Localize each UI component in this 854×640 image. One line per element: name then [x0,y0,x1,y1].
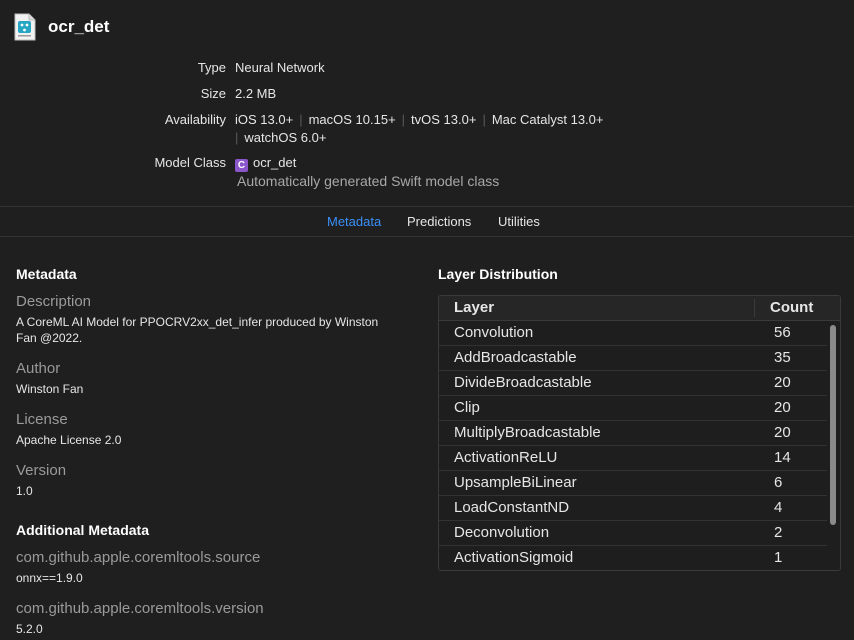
table-row[interactable]: MultiplyBroadcastable 20 [439,421,827,446]
layer-count-cell: 20 [774,399,791,416]
scrollbar-thumb[interactable] [830,325,836,525]
swift-class-icon: C [235,159,248,172]
separator: | [299,112,303,127]
tab-predictions[interactable]: Predictions [407,214,471,229]
author-value: Winston Fan [16,382,84,396]
layer-count-cell: 4 [774,499,783,516]
model-class-value: ocr_det [253,155,297,170]
separator: | [401,112,406,127]
availability-item: macOS 10.15+ [308,112,396,127]
model-header: ocr_det Type Neural Network Size 2.2 MB … [0,0,854,206]
version-value: 1.0 [16,484,33,498]
column-header-layer[interactable]: Layer [454,299,494,316]
layer-count-cell: 1 [774,549,783,566]
layer-count-cell: 56 [774,324,791,341]
model-class-label: Model Class [154,155,226,170]
table-row[interactable]: LoadConstantND 4 [439,496,827,521]
type-value: Neural Network [235,60,325,75]
layer-count-cell: 20 [774,374,791,391]
table-row[interactable]: Deconvolution 2 [439,521,827,546]
availability-item: iOS 13.0+ [235,112,294,127]
availability-item: watchOS 6.0+ [244,130,327,145]
layer-name-cell: Clip [454,399,480,416]
license-label: License [16,411,68,428]
additional-metadata-value: onnx==1.9.0 [16,571,83,585]
separator: | [235,130,239,145]
model-title: ocr_det [48,17,110,36]
layer-name-cell: DivideBroadcastable [454,374,592,391]
version-label: Version [16,462,67,479]
layer-count-cell: 14 [774,449,791,466]
tab-metadata[interactable]: Metadata [327,214,381,229]
table-row[interactable]: ActivationSigmoid 1 [439,546,827,570]
additional-metadata-key: com.github.apple.coremltools.version [16,600,264,617]
layer-name-cell: ActivationReLU [454,449,558,466]
table-scrollbar[interactable] [827,321,839,569]
availability-label: Availability [164,112,226,127]
table-row[interactable]: Clip 20 [439,396,827,421]
layer-name-cell: UpsampleBiLinear [454,474,577,491]
model-class-description: Automatically generated Swift model clas… [237,173,500,189]
additional-metadata-title: Additional Metadata [16,522,150,538]
layer-distribution-table[interactable]: Layer Count Convolution 56 AddBroadcasta… [438,295,841,571]
tab-utilities[interactable]: Utilities [498,214,540,229]
column-header-count[interactable]: Count [770,299,813,316]
layer-count-cell: 6 [774,474,783,491]
author-label: Author [16,360,61,377]
table-row[interactable]: UpsampleBiLinear 6 [439,471,827,496]
mlmodel-file-icon [14,13,36,41]
size-label: Size [200,86,226,101]
layer-name-cell: Convolution [454,324,534,341]
table-row[interactable]: ActivationReLU 14 [439,446,827,471]
availability-list: iOS 13.0+ | macOS 10.15+ | tvOS 13.0+ | Mac Ca… [235,111,635,147]
table-row[interactable]: AddBroadcastable 35 [439,346,827,371]
tab-bar: Metadata Predictions Utilities [0,206,854,237]
separator: | [482,112,486,127]
license-value: Apache License 2.0 [16,433,122,447]
table-row[interactable]: Convolution 56 [439,321,827,346]
layer-name-cell: LoadConstantND [454,499,570,516]
availability-item: tvOS 13.0+ [411,112,477,127]
description-label: Description [16,293,92,310]
layer-name-cell: MultiplyBroadcastable [454,424,601,441]
layer-name-cell: AddBroadcastable [454,349,577,366]
availability-item: Mac Catalyst 13.0+ [491,112,604,127]
additional-metadata-value: 5.2.0 [16,622,43,636]
layer-name-cell: Deconvolution [454,524,550,541]
table-row[interactable]: DivideBroadcastable 20 [439,371,827,396]
metadata-section-title: Metadata [16,266,77,282]
table-header: Layer Count [439,296,840,321]
type-label: Type [197,60,226,75]
size-value: 2.2 MB [235,86,277,101]
layer-distribution-title: Layer Distribution [438,266,558,282]
layer-name-cell: ActivationSigmoid [454,549,574,566]
additional-metadata-key: com.github.apple.coremltools.source [16,549,261,566]
layer-count-cell: 2 [774,524,783,541]
column-divider [754,299,755,317]
model-class-value-row: Cocr_det [235,155,296,172]
layer-count-cell: 20 [774,424,791,441]
description-value: A CoreML AI Model for PPOCRV2xx_det_infe… [16,315,379,345]
layer-count-cell: 35 [774,349,791,366]
